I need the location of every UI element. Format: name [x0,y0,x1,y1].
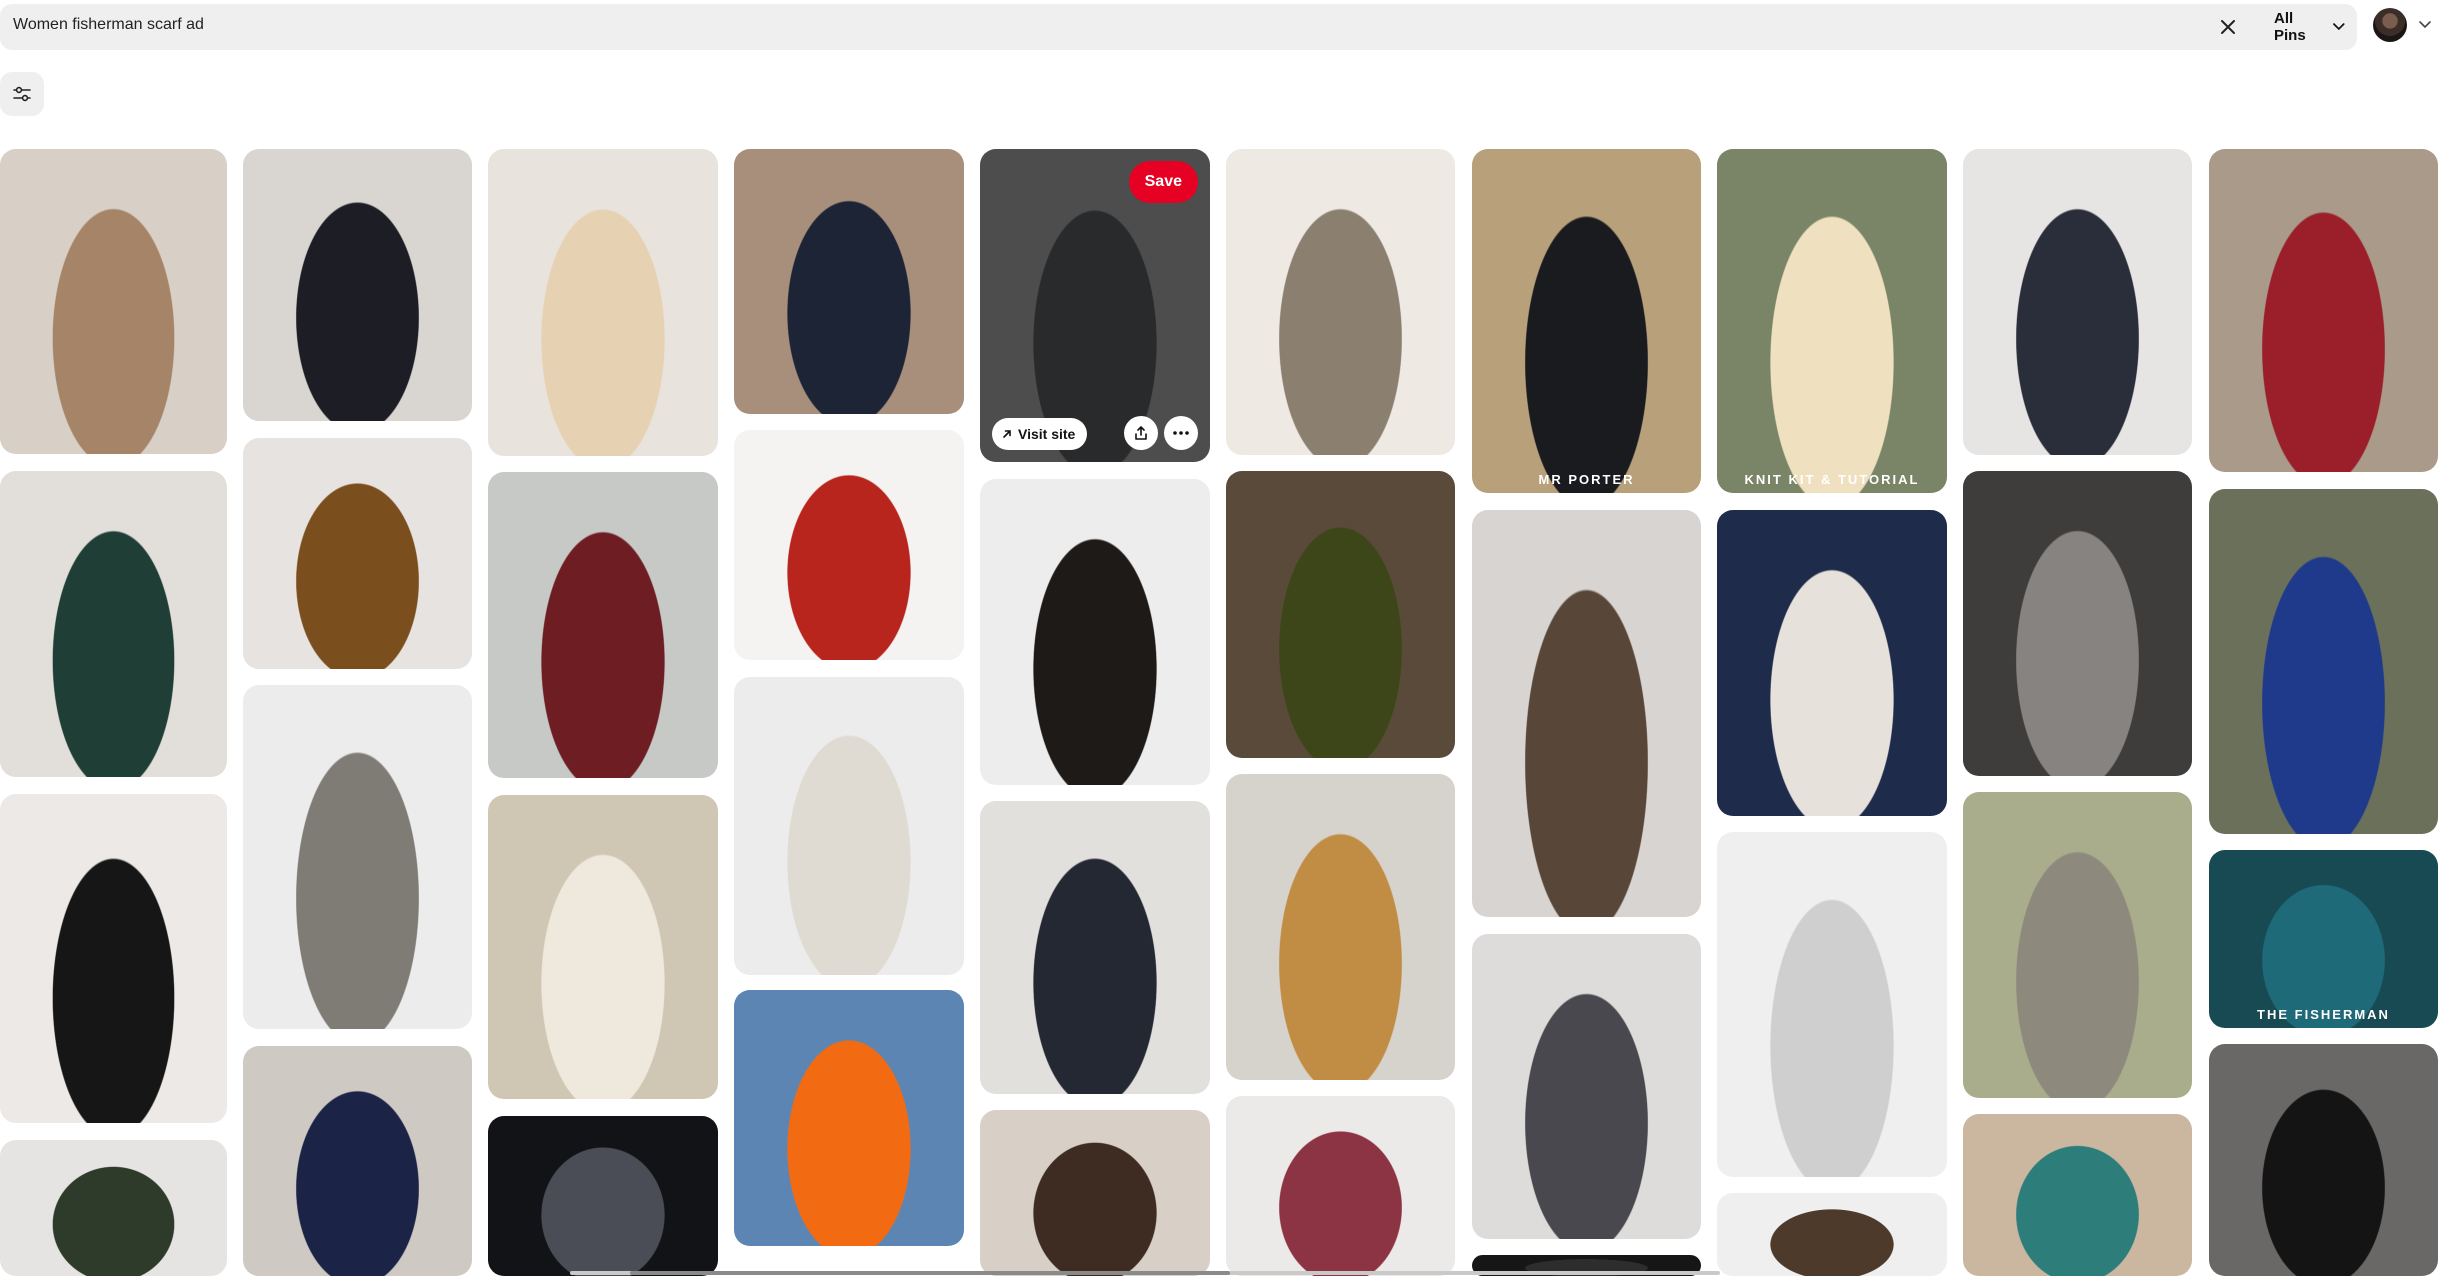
arrow-up-right-icon [1003,430,1011,438]
pin-card[interactable] [488,1116,718,1276]
chevron-down-icon [2333,23,2345,31]
search-input[interactable]: Women fisherman scarf ad [13,16,204,34]
pin-card[interactable] [0,149,227,454]
pin-card[interactable] [0,1140,227,1276]
clear-search-button[interactable] [2216,15,2240,39]
pin-card[interactable] [488,472,718,778]
pin-card[interactable] [1226,149,1455,455]
pin-caption: MR PORTER [1538,472,1635,487]
horizontal-scrollbar[interactable] [570,1271,1720,1275]
pin-card[interactable] [1472,510,1701,917]
pin-card[interactable]: Save Visit site [980,149,1210,462]
scrollbar-thumb[interactable] [630,1271,1230,1275]
pin-card[interactable] [243,685,472,1029]
pin-scope-label: All Pins [2274,10,2306,44]
pin-card[interactable] [980,801,1210,1094]
share-button[interactable] [1124,416,1158,450]
ellipsis-icon [1173,431,1189,435]
save-button[interactable]: Save [1128,161,1198,203]
pin-card[interactable] [1717,510,1947,816]
pin-card[interactable] [734,990,964,1246]
pin-card[interactable] [734,430,964,660]
pin-card[interactable] [734,149,964,414]
pin-card[interactable] [1963,1114,2192,1276]
pin-card[interactable] [2209,489,2438,834]
filter-sliders-icon [13,86,31,102]
pin-card[interactable] [734,677,964,975]
visit-site-button[interactable]: Visit site [992,418,1088,450]
pin-card[interactable] [980,1110,1210,1276]
pin-caption: THE FISHERMAN [2257,1007,2390,1022]
pin-card[interactable] [1226,774,1455,1080]
pin-card[interactable] [488,795,718,1099]
pin-card[interactable]: THE FISHERMAN [2209,850,2438,1028]
pin-card[interactable]: MR PORTER [1472,149,1701,493]
close-icon [2221,20,2235,34]
share-icon [1135,426,1147,440]
pin-card[interactable] [1472,934,1701,1239]
pin-card[interactable] [1717,1193,1947,1276]
search-bar[interactable]: Women fisherman scarf ad All Pins [0,4,2357,50]
pin-card[interactable]: KNIT KIT & TUTORIAL [1717,149,1947,493]
pin-card[interactable] [1226,1096,1455,1276]
pin-card[interactable] [488,149,718,456]
pin-card[interactable] [1226,471,1455,758]
pin-card[interactable] [1963,471,2192,776]
more-options-button[interactable] [1164,416,1198,450]
pin-card[interactable] [1963,149,2192,455]
pin-card[interactable] [2209,149,2438,472]
pin-card[interactable] [0,471,227,777]
pin-card[interactable] [2209,1044,2438,1276]
pin-card[interactable] [0,794,227,1123]
pin-card[interactable] [243,438,472,669]
account-chevron-icon[interactable] [2418,19,2432,31]
pin-card[interactable] [243,1046,472,1276]
filter-button[interactable] [0,72,44,116]
pin-caption: KNIT KIT & TUTORIAL [1744,472,1920,487]
pin-card[interactable] [1717,832,1947,1177]
avatar[interactable] [2373,8,2407,42]
pin-card[interactable] [1963,792,2192,1098]
pin-card[interactable] [243,149,472,421]
visit-site-label: Visit site [1018,426,1076,442]
pin-scope-dropdown[interactable]: All Pins [2262,10,2357,44]
pin-card[interactable] [980,479,1210,785]
